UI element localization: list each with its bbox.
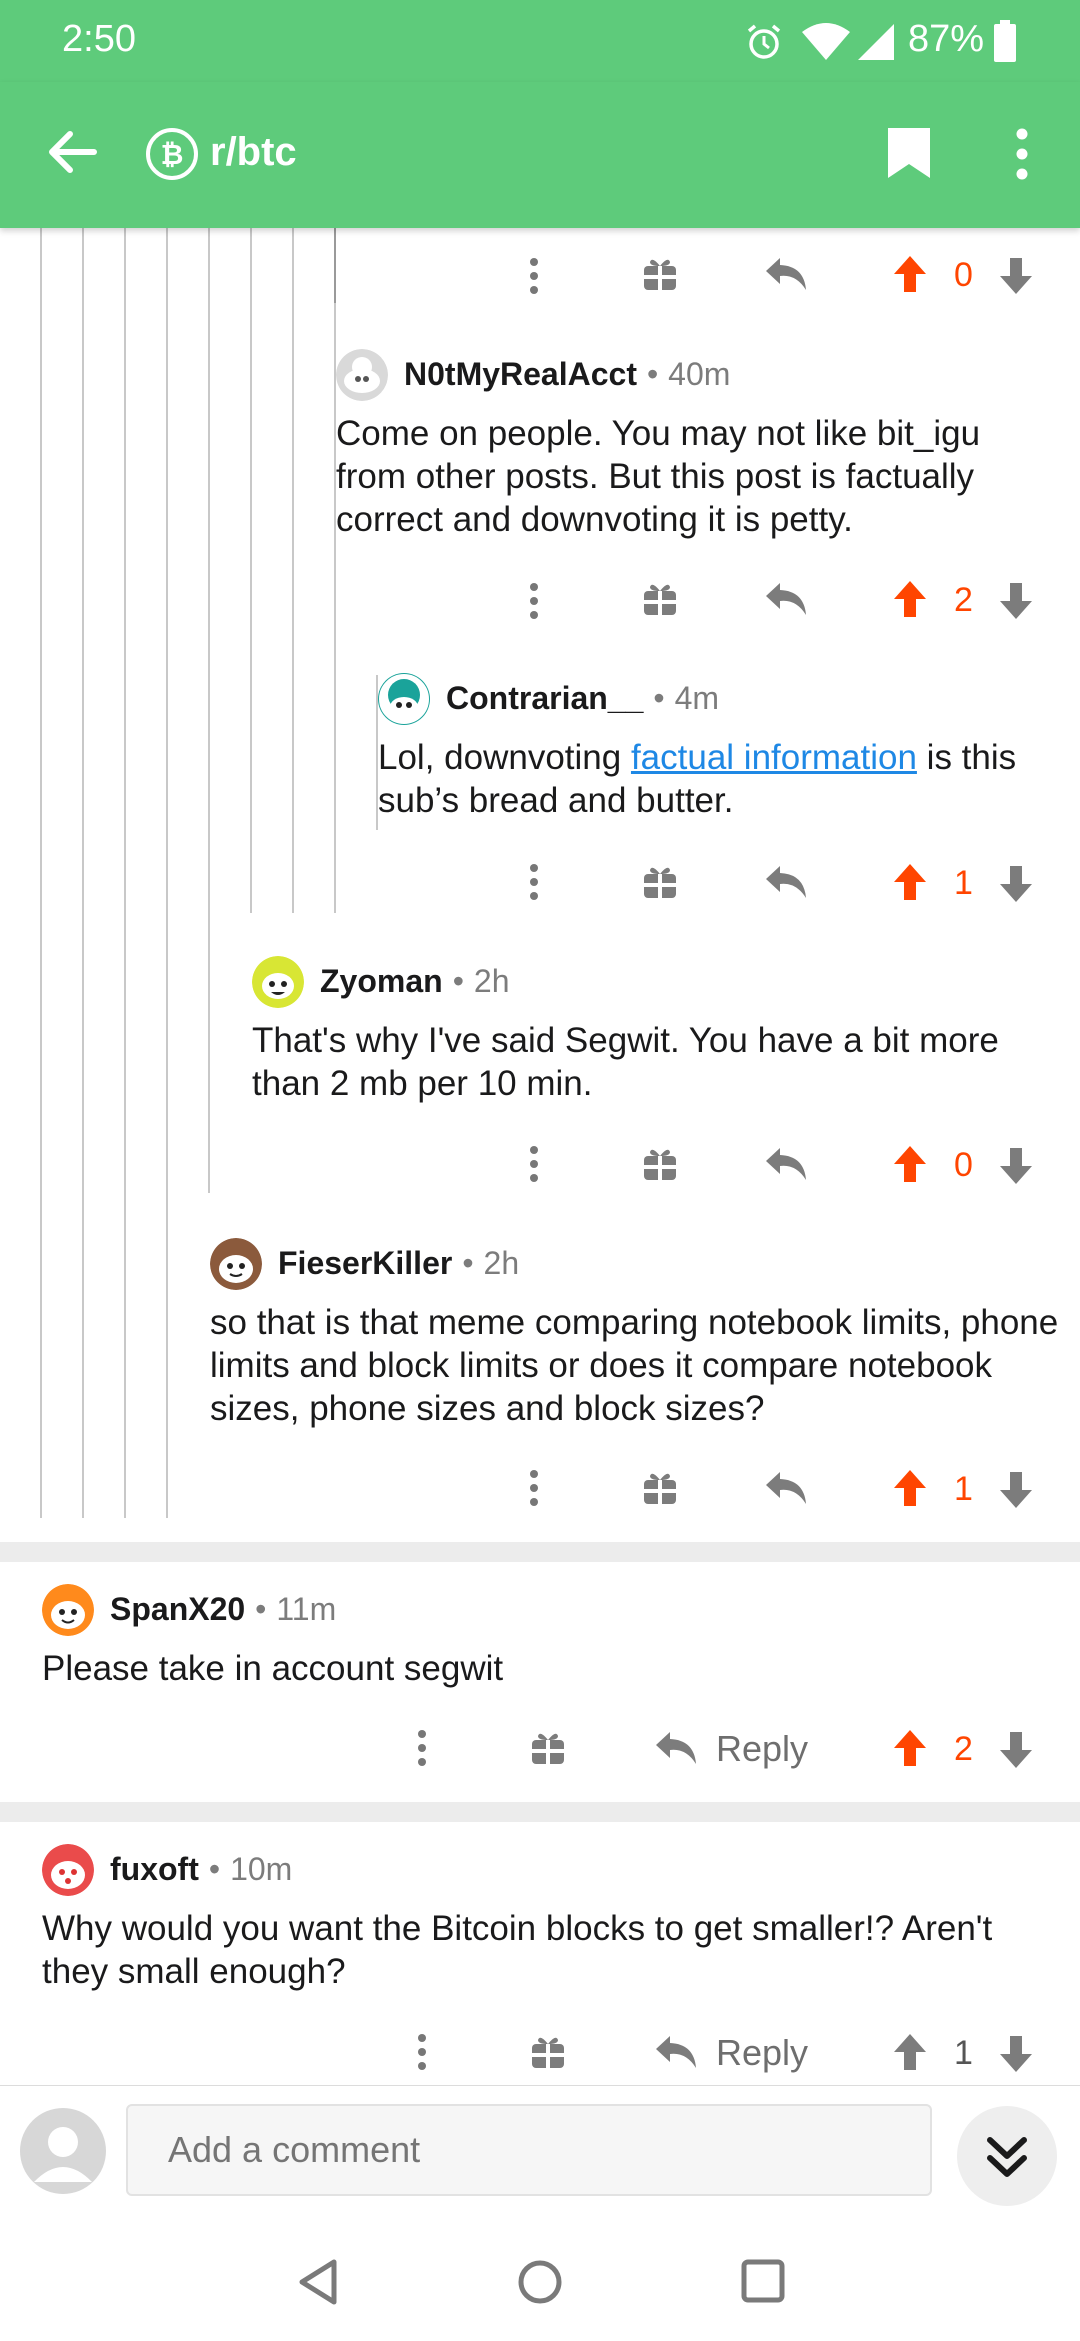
wifi-icon xyxy=(802,23,850,60)
gift-icon[interactable] xyxy=(642,581,678,617)
timestamp: 40m xyxy=(668,356,731,392)
username[interactable]: SpanX20 xyxy=(110,1591,245,1628)
downvote-icon[interactable] xyxy=(998,2034,1034,2074)
upvote-icon[interactable] xyxy=(892,1468,928,1508)
comment-header: Contrarian__ • 4m xyxy=(446,680,720,717)
downvote-icon[interactable] xyxy=(998,864,1034,904)
gift-icon[interactable] xyxy=(642,864,678,900)
bookmark-icon[interactable] xyxy=(886,126,932,180)
vote-count: 1 xyxy=(954,1470,973,1508)
vote-count: 0 xyxy=(954,256,973,294)
downvote-icon[interactable] xyxy=(998,581,1034,621)
user-avatar[interactable] xyxy=(252,956,304,1008)
battery-icon xyxy=(994,20,1016,62)
comment-header: FieserKiller • 2h xyxy=(278,1245,520,1282)
comment-header: Zyoman • 2h xyxy=(320,963,510,1000)
username[interactable]: Zyoman xyxy=(320,963,443,1000)
gift-icon[interactable] xyxy=(642,1146,678,1182)
user-avatar[interactable] xyxy=(42,1844,94,1896)
app-bar: ₿ r/btc xyxy=(0,82,1080,228)
comment-body: Why would you want the Bitcoin blocks to… xyxy=(42,1909,993,1991)
status-time: 2:50 xyxy=(62,18,136,60)
cell-signal-icon xyxy=(858,24,894,60)
username[interactable]: N0tMyRealAcct xyxy=(404,356,637,393)
comment-body: so that is that meme comparing notebook … xyxy=(210,1303,1059,1428)
vote-count: 0 xyxy=(954,1146,973,1184)
comment-body: That's why I've said Segwit. You have a … xyxy=(252,1021,999,1103)
subreddit-title[interactable]: r/btc xyxy=(210,130,297,175)
nav-back-icon[interactable] xyxy=(296,2258,340,2306)
comment-header: N0tMyRealAcct • 40m xyxy=(404,356,731,393)
reply-icon[interactable] xyxy=(764,864,808,900)
more-options-icon[interactable] xyxy=(524,581,544,621)
reply-button[interactable]: Reply xyxy=(716,1728,808,1770)
reply-icon[interactable] xyxy=(764,1470,808,1506)
upvote-icon[interactable] xyxy=(892,254,928,294)
reply-button[interactable]: Reply xyxy=(716,2032,808,2074)
subreddit-icon[interactable]: ₿ xyxy=(144,126,200,182)
upvote-icon[interactable] xyxy=(892,862,928,902)
back-arrow-icon[interactable] xyxy=(44,124,100,180)
comment-body: Come on people. You may not like bit_igu… xyxy=(336,414,981,539)
reply-icon[interactable] xyxy=(764,1146,808,1182)
more-options-icon[interactable] xyxy=(524,1468,544,1508)
svg-text:₿: ₿ xyxy=(161,139,184,170)
nav-home-icon[interactable] xyxy=(516,2258,564,2306)
timestamp: 10m xyxy=(230,1851,293,1887)
more-options-icon[interactable] xyxy=(524,1144,544,1184)
vote-count: 1 xyxy=(954,2034,973,2072)
downvote-icon[interactable] xyxy=(998,1470,1034,1510)
upvote-icon[interactable] xyxy=(892,2032,928,2072)
username[interactable]: Contrarian__ xyxy=(446,680,643,717)
upvote-icon[interactable] xyxy=(892,1728,928,1768)
current-user-avatar[interactable] xyxy=(20,2108,106,2194)
comment-divider xyxy=(0,1542,1080,1562)
comment-body: Please take in account segwit xyxy=(42,1649,504,1688)
reply-icon[interactable] xyxy=(654,2034,698,2070)
more-options-icon[interactable] xyxy=(412,1728,432,1768)
downvote-icon[interactable] xyxy=(998,1730,1034,1770)
inline-link[interactable]: factual information xyxy=(631,738,917,777)
vote-count: 2 xyxy=(954,581,973,619)
more-options-icon[interactable] xyxy=(524,256,544,296)
user-avatar[interactable] xyxy=(42,1584,94,1636)
comment-header: SpanX20 • 11m xyxy=(110,1591,337,1628)
comment-divider xyxy=(0,1802,1080,1822)
reply-icon[interactable] xyxy=(764,581,808,617)
vote-count: 2 xyxy=(954,1730,973,1768)
gift-icon[interactable] xyxy=(530,1730,566,1766)
more-vertical-icon[interactable] xyxy=(1000,126,1044,182)
user-avatar[interactable] xyxy=(378,673,430,725)
comment-header: fuxoft • 10m xyxy=(110,1851,293,1888)
downvote-icon[interactable] xyxy=(998,256,1034,296)
downvote-icon[interactable] xyxy=(998,1146,1034,1186)
gift-icon[interactable] xyxy=(642,1470,678,1506)
timestamp: 2h xyxy=(473,963,510,999)
upvote-icon[interactable] xyxy=(892,1144,928,1184)
user-avatar[interactable] xyxy=(336,349,388,401)
more-options-icon[interactable] xyxy=(524,862,544,902)
alarm-icon xyxy=(747,24,781,59)
reply-icon[interactable] xyxy=(654,1730,698,1766)
gift-icon[interactable] xyxy=(642,256,678,292)
reply-icon[interactable] xyxy=(764,256,808,292)
upvote-icon[interactable] xyxy=(892,579,928,619)
more-options-icon[interactable] xyxy=(412,2032,432,2072)
system-nav-bar xyxy=(0,2220,1080,2340)
battery-percent: 87% xyxy=(908,18,985,60)
username[interactable]: fuxoft xyxy=(110,1851,199,1888)
timestamp: 11m xyxy=(276,1591,337,1627)
user-avatar[interactable] xyxy=(210,1238,262,1290)
username[interactable]: FieserKiller xyxy=(278,1245,452,1282)
timestamp: 2h xyxy=(483,1245,520,1281)
gift-icon[interactable] xyxy=(530,2034,566,2070)
add-comment-input[interactable] xyxy=(126,2104,932,2196)
jump-to-bottom-icon[interactable] xyxy=(954,2106,1060,2206)
vote-count: 1 xyxy=(954,864,973,902)
comment-body: Lol, downvoting factual information is t… xyxy=(378,738,1017,820)
timestamp: 4m xyxy=(674,680,720,716)
nav-recents-icon[interactable] xyxy=(740,2258,786,2304)
status-bar: 2:50 87% xyxy=(0,0,1080,82)
